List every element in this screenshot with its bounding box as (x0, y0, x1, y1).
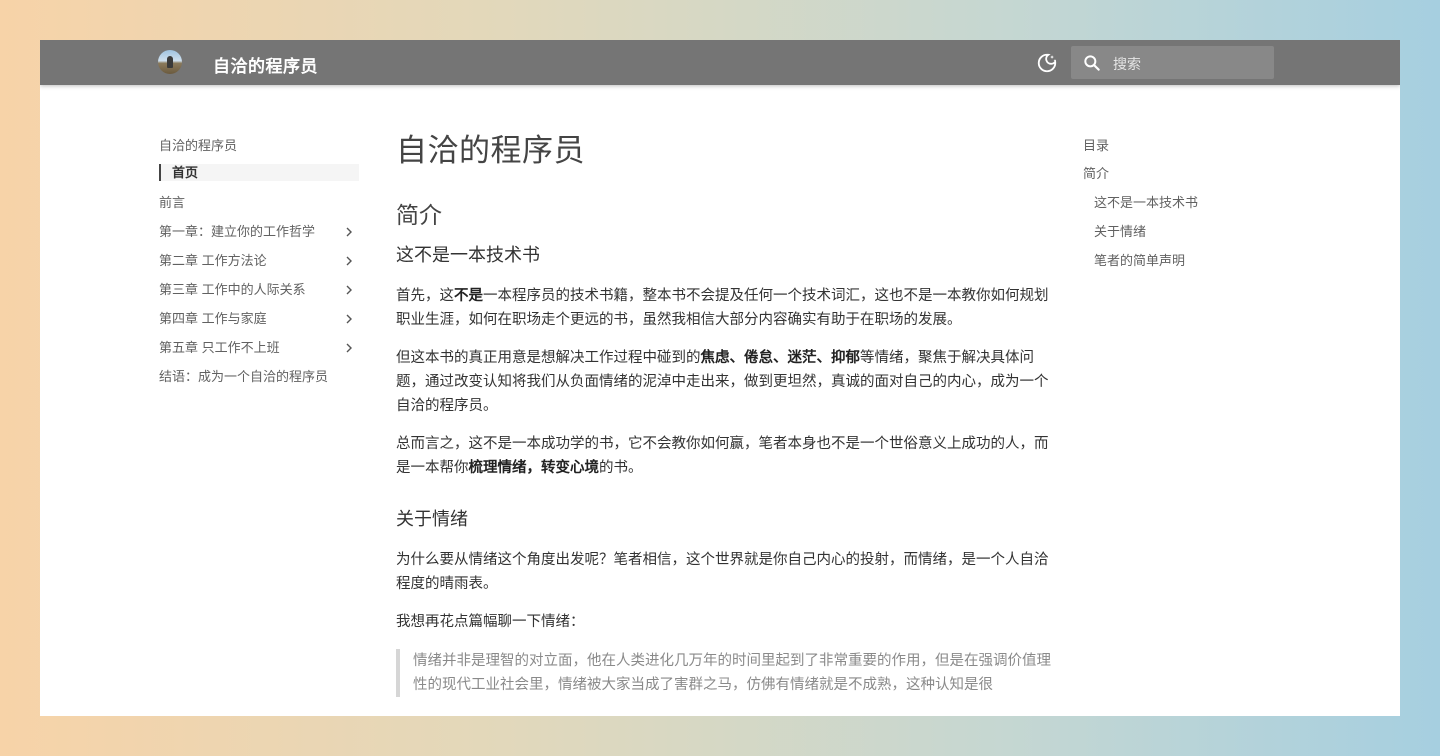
bold-text: 不是 (454, 288, 483, 304)
paragraph-5: 我想再花点篇幅聊一下情绪： (396, 614, 585, 630)
chevron-right-icon (346, 314, 352, 324)
nav-item-chapter-4[interactable]: 第四章 工作与家庭 (159, 309, 359, 329)
site-title[interactable]: 自洽的程序员 (213, 52, 318, 77)
bold-text: 焦虑 (700, 350, 730, 366)
nav-item-chapter-2[interactable]: 第二章 工作方法论 (159, 251, 359, 271)
nav-item-label: 首页 (172, 165, 199, 180)
chevron-right-icon (346, 285, 352, 295)
page-title: 自洽的程序员 (396, 133, 585, 168)
text: 首先，这 (396, 288, 454, 304)
nav-item-conclusion[interactable]: 结语：成为一个自洽的程序员 (159, 367, 359, 387)
toc-item-not-tech-book[interactable]: 这不是一本技术书 (1083, 193, 1253, 213)
nav-item-home[interactable]: 首页 (159, 164, 359, 181)
text: 的书。 (599, 460, 643, 476)
text: 一本程序员的技术书籍，整本书不会提及任何一个技术词汇，这也不是一本教你如何规划职… (396, 288, 1049, 328)
nav-item-label: 结语：成为一个自洽的程序员 (159, 369, 329, 384)
subheading-not-tech-book: 这不是一本技术书 (396, 245, 540, 265)
site-logo[interactable] (158, 50, 182, 74)
paragraph-4: 为什么要从情绪这个角度出发呢？笔者相信，这个世界就是你自己内心的投射，而情绪，是… (396, 552, 1049, 592)
search-input[interactable] (1111, 46, 1265, 81)
main-content: 自洽的程序员 简介 这不是一本技术书 首先，这不是一本程序员的技术书籍，整本书不… (396, 128, 1052, 697)
nav-item-chapter-1[interactable]: 第一章：建立你的工作哲学 (159, 222, 359, 242)
paragraph-1: 首先，这不是一本程序员的技术书籍，整本书不会提及任何一个技术词汇，这也不是一本教… (396, 284, 1052, 332)
search-icon (1084, 55, 1100, 71)
bold-text: 、 (773, 350, 788, 366)
bold-text: 抑郁 (831, 350, 860, 366)
toc-item-intro[interactable]: 简介 (1083, 164, 1253, 184)
primary-sidebar-nav: 自洽的程序员 首页 前言 第一章：建立你的工作哲学 第二章 工作方法论 第三章 … (159, 136, 359, 387)
text: 但这本书的真正用意是想解决工作过程中碰到的 (396, 350, 701, 366)
bold-text: 梳理情绪，转变心境 (468, 460, 600, 476)
chevron-right-icon (346, 256, 352, 266)
nav-item-label: 第一章：建立你的工作哲学 (159, 224, 316, 239)
nav-item-chapter-5[interactable]: 第五章 只工作不上班 (159, 338, 359, 358)
top-header: 自洽的程序员 (40, 40, 1400, 85)
nav-item-label: 第五章 只工作不上班 (159, 340, 280, 355)
app-window: 自洽的程序员 自洽的程序员 首页 前言 第一章：建立你的工作哲学 第二章 工作方 (40, 40, 1400, 716)
nav-item-chapter-3[interactable]: 第三章 工作中的人际关系 (159, 280, 359, 300)
bold-text: 、 (729, 350, 745, 366)
nav-title[interactable]: 自洽的程序员 (159, 136, 359, 156)
table-of-contents: 目录 简介 这不是一本技术书 关于情绪 笔者的简单声明 (1083, 136, 1253, 271)
bold-text: 、 (816, 350, 832, 366)
paragraph-2: 但这本书的真正用意是想解决工作过程中碰到的焦虑、倦怠、迷茫、抑郁等情绪，聚焦于解… (396, 346, 1052, 418)
nav-item-preface[interactable]: 前言 (159, 193, 359, 213)
toc-title: 目录 (1083, 138, 1110, 153)
chevron-right-icon (346, 343, 352, 353)
nav-item-label: 第二章 工作方法论 (159, 253, 267, 268)
nav-item-label: 前言 (159, 195, 186, 210)
toc-item-about-emotions[interactable]: 关于情绪 (1083, 222, 1253, 242)
search-box[interactable] (1071, 46, 1274, 81)
subheading-about-emotions: 关于情绪 (396, 509, 468, 529)
bold-text: 迷茫 (787, 350, 817, 366)
chevron-right-icon (346, 227, 352, 237)
nav-item-label: 第三章 工作中的人际关系 (159, 282, 306, 297)
toc-item-author-statement[interactable]: 笔者的简单声明 (1083, 251, 1253, 271)
bold-text: 倦怠 (744, 350, 773, 366)
blockquote: 情绪并非是理智的对立面，他在人类进化几万年的时间里起到了非常重要的作用，但是在强… (396, 649, 1052, 697)
nav-item-label: 第四章 工作与家庭 (159, 311, 267, 326)
paragraph-3: 总而言之，这不是一本成功学的书，它不会教你如何赢，笔者本身也不是一个世俗意义上成… (396, 432, 1052, 480)
section-heading-intro: 简介 (396, 202, 442, 228)
dark-mode-toggle-icon[interactable] (1036, 52, 1058, 74)
